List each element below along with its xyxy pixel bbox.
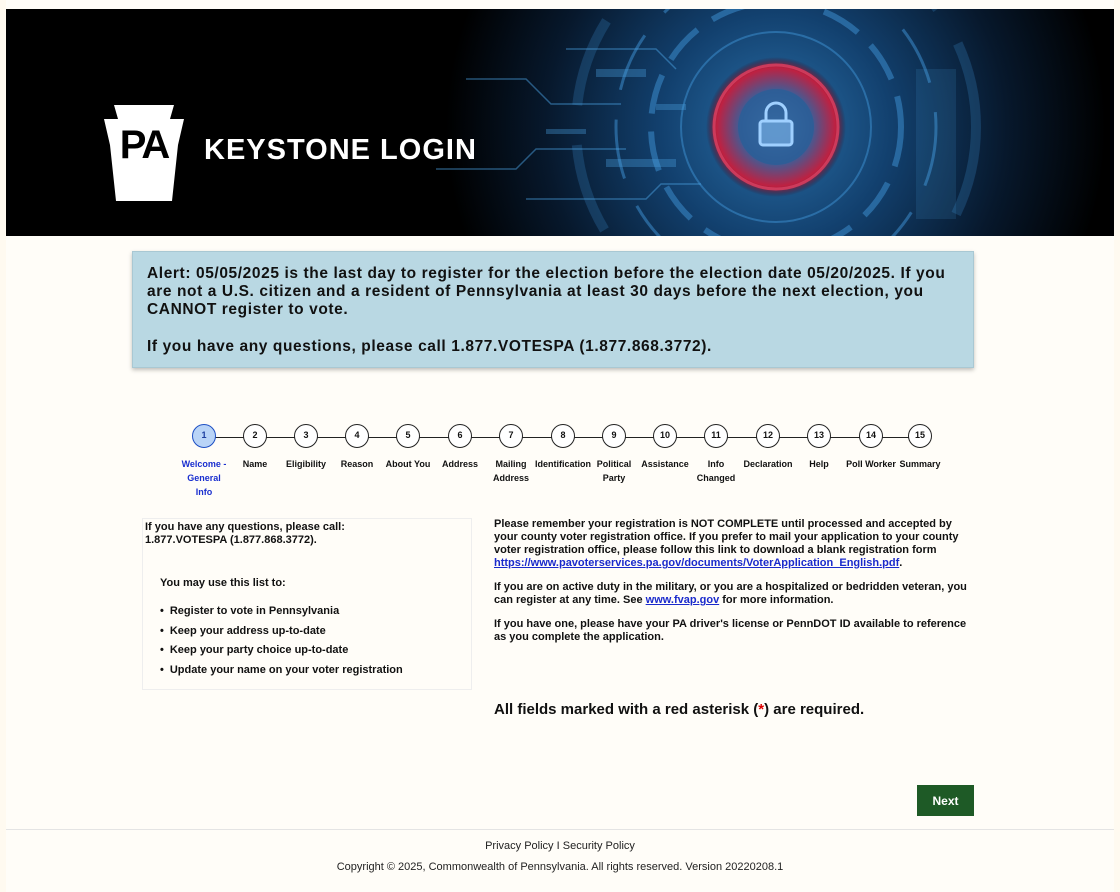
header-banner: PA KEYSTONE LOGIN <box>6 9 1114 236</box>
questions-call-text: If you have any questions, please call: … <box>145 521 345 546</box>
step-label: Summary <box>899 459 941 469</box>
footer-links: Privacy Policy I Security Policy <box>6 840 1114 852</box>
step-number: 4 <box>345 424 369 448</box>
alert-message: Alert: 05/05/2025 is the last day to reg… <box>147 265 946 318</box>
copyright-text: Copyright © 2025, Commonwealth of Pennsy… <box>336 861 784 873</box>
fvap-link[interactable]: www.fvap.gov <box>646 594 720 606</box>
registration-form-link[interactable]: https://www.pavoterservices.pa.gov/docum… <box>494 557 899 569</box>
privacy-policy-link[interactable]: Privacy Policy <box>485 840 553 852</box>
step-number: 3 <box>294 424 318 448</box>
step-number: 1 <box>192 424 216 448</box>
step-summary[interactable]: 15 Summary <box>885 424 955 471</box>
step-number: 12 <box>756 424 780 448</box>
pa-logo-letters: PA <box>119 123 171 167</box>
list-item: Keep your party choice up-to-date <box>160 641 403 661</box>
step-number: 13 <box>807 424 831 448</box>
info-panel: If you have any questions, please call: … <box>142 518 472 690</box>
instructions-panel: Please remember your registration is NOT… <box>494 518 974 655</box>
keystone-emblem-icon: PA <box>104 105 184 201</box>
step-number: 6 <box>448 424 472 448</box>
license-note: If you have one, please have your PA dri… <box>494 618 967 643</box>
military-text-end: for more information. <box>722 594 834 606</box>
step-number: 11 <box>704 424 728 448</box>
keystone-login-title: KEYSTONE LOGIN <box>204 133 477 166</box>
step-number: 8 <box>551 424 575 448</box>
step-number: 15 <box>908 424 932 448</box>
registration-reminder: Please remember your registration is NOT… <box>494 518 959 569</box>
step-label: Mailing Address <box>492 459 529 483</box>
security-policy-link[interactable]: Security Policy <box>563 840 635 852</box>
step-number: 14 <box>859 424 883 448</box>
footer-separator: I <box>556 840 560 852</box>
step-label: Info Changed <box>696 459 736 483</box>
step-number: 10 <box>653 424 677 448</box>
footer-divider <box>6 829 1114 830</box>
alert-questions: If you have any questions, please call 1… <box>147 338 712 355</box>
step-number: 9 <box>602 424 626 448</box>
step-number: 2 <box>243 424 267 448</box>
military-note: If you are on active duty in the militar… <box>494 581 974 607</box>
keystone-login-logo: PA KEYSTONE LOGIN <box>104 105 477 201</box>
page: PA KEYSTONE LOGIN Alert: 05/05/2025 is t… <box>6 0 1114 892</box>
reminder-text: Please remember your registration is NOT… <box>494 518 959 556</box>
step-number: 5 <box>396 424 420 448</box>
use-list: Register to vote in Pennsylvania Keep yo… <box>160 602 403 680</box>
registration-stepper: 1 Welcome - General Info 2 Name 3 Eligib… <box>168 424 948 504</box>
list-item: Update your name on your voter registrat… <box>160 661 403 681</box>
required-text-end: ) are required. <box>764 701 865 718</box>
required-text: All fields marked with a red asterisk ( <box>494 701 759 718</box>
step-number: 7 <box>499 424 523 448</box>
required-fields-note: All fields marked with a red asterisk (*… <box>494 701 864 718</box>
list-item: Register to vote in Pennsylvania <box>160 602 403 622</box>
list-item: Keep your address up-to-date <box>160 622 403 642</box>
next-button[interactable]: Next <box>917 785 974 816</box>
use-list-heading: You may use this list to: <box>160 577 286 589</box>
registration-alert: Alert: 05/05/2025 is the last day to reg… <box>132 251 974 368</box>
